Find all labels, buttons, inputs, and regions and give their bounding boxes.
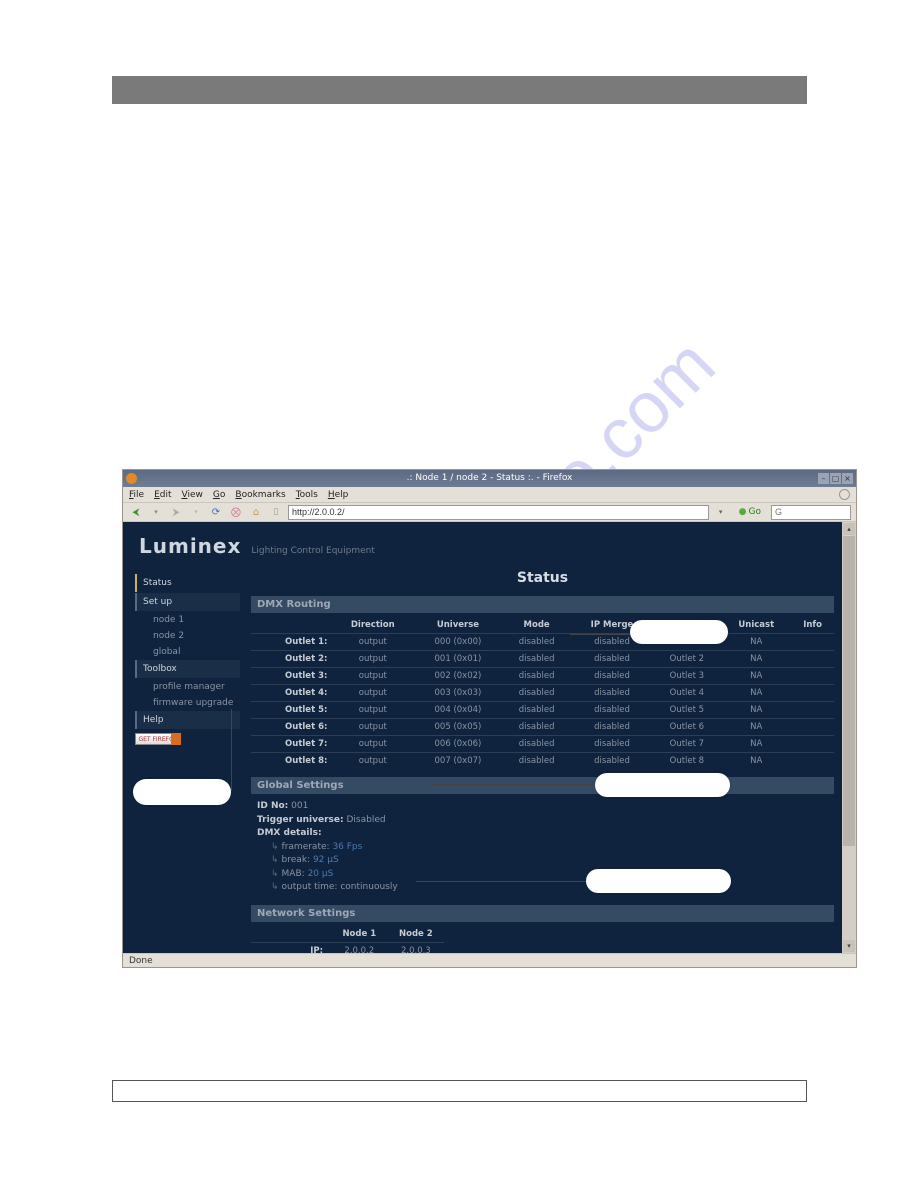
nav-status[interactable]: Status — [135, 574, 240, 592]
dmx-col-header — [251, 617, 331, 634]
callout-line — [231, 709, 232, 791]
table-row: Outlet 6:output005 (0x05)disableddisable… — [251, 719, 834, 736]
close-button[interactable]: × — [842, 473, 853, 484]
nav-node2[interactable]: node 2 — [135, 628, 240, 644]
stop-button[interactable]: ⨂ — [228, 504, 244, 520]
menu-tools[interactable]: Tools — [296, 490, 318, 500]
menu-go[interactable]: Go — [213, 490, 226, 500]
nav-setup[interactable]: Set up — [135, 593, 240, 611]
callout-bubble-bottom-right — [586, 869, 731, 893]
minimize-button[interactable]: – — [818, 473, 829, 484]
page-title: Status — [251, 570, 834, 586]
window-titlebar[interactable]: .: Node 1 / node 2 - Status :. - Firefox… — [123, 470, 856, 487]
maximize-button[interactable]: ▢ — [830, 473, 841, 484]
nav-firmware-upgrade[interactable]: firmware upgrade — [135, 695, 240, 711]
window-title: .: Node 1 / node 2 - Status :. - Firefox — [407, 473, 573, 483]
back-dropdown[interactable]: ▾ — [148, 504, 164, 520]
status-text: Done — [129, 956, 153, 966]
reload-button[interactable]: ⟳ — [208, 504, 224, 520]
forward-button[interactable]: ⮞ — [168, 504, 184, 520]
panel-network-settings-header: Network Settings — [251, 905, 834, 922]
scroll-up-arrow[interactable]: ▴ — [843, 523, 855, 535]
menu-edit[interactable]: Edit — [154, 490, 171, 500]
dmx-col-header: Unicast — [721, 617, 791, 634]
panel-dmx-routing-header: DMX Routing — [251, 596, 834, 613]
forward-dropdown[interactable]: ▾ — [188, 504, 204, 520]
document-footer-box — [112, 1080, 807, 1102]
nav-toolbox[interactable]: Toolbox — [135, 660, 240, 678]
dmx-routing-table: DirectionUniverseModeIP MergeLegendUnica… — [251, 617, 834, 769]
dmx-col-header: Universe — [414, 617, 502, 634]
table-row: Outlet 8:output007 (0x07)disableddisable… — [251, 753, 834, 770]
table-row: Outlet 4:output003 (0x03)disableddisable… — [251, 685, 834, 702]
go-button[interactable]: Go — [733, 507, 767, 517]
panel-global-settings-header: Global Settings — [251, 777, 834, 794]
url-input[interactable] — [288, 505, 709, 520]
menubar: File Edit View Go Bookmarks Tools Help — [123, 487, 856, 502]
nav-help[interactable]: Help — [135, 711, 240, 729]
sidebar-nav: Status Set up node 1 node 2 global Toolb… — [135, 574, 240, 745]
menu-help[interactable]: Help — [328, 490, 349, 500]
nav-node1[interactable]: node 1 — [135, 612, 240, 628]
vertical-scrollbar[interactable]: ▴ ▾ — [842, 522, 856, 953]
throbber-icon — [839, 489, 850, 500]
firefox-icon — [126, 473, 137, 484]
menu-file[interactable]: File — [129, 490, 144, 500]
toolbar: ⮜ ▾ ⮞ ▾ ⟳ ⨂ ⌂ ▯ ▾ Go — [123, 502, 856, 522]
url-dropdown[interactable]: ▾ — [713, 504, 729, 520]
callout-line — [432, 784, 595, 785]
browser-statusbar: Done — [123, 953, 856, 967]
dmx-col-header: Mode — [502, 617, 572, 634]
menu-view[interactable]: View — [182, 490, 203, 500]
page-icon: ▯ — [268, 504, 284, 520]
brand-tagline: Lighting Control Equipment — [251, 546, 375, 556]
home-button[interactable]: ⌂ — [248, 504, 264, 520]
table-row: Outlet 7:output006 (0x06)disableddisable… — [251, 736, 834, 753]
scroll-thumb[interactable] — [843, 536, 855, 846]
nav-profile-manager[interactable]: profile manager — [135, 679, 240, 695]
menu-bookmarks[interactable]: Bookmarks — [235, 490, 285, 500]
scroll-down-arrow[interactable]: ▾ — [843, 940, 855, 952]
callout-bubble-mid-right — [595, 773, 730, 797]
callout-bubble-left — [133, 779, 231, 805]
table-row: Outlet 2:output001 (0x01)disableddisable… — [251, 651, 834, 668]
dmx-col-header: Info — [791, 617, 834, 634]
dmx-col-header: Direction — [331, 617, 414, 634]
table-row: IP:2.0.0.22.0.0.3 — [251, 942, 444, 953]
table-row: Outlet 3:output002 (0x02)disableddisable… — [251, 668, 834, 685]
global-settings-body: ID No: 001 Trigger universe: Disabled DM… — [251, 794, 834, 901]
table-row: Outlet 5:output004 (0x04)disableddisable… — [251, 702, 834, 719]
callout-line — [570, 634, 630, 635]
brand-header: Luminex Lighting Control Equipment — [123, 522, 842, 568]
brand-name: Luminex — [139, 534, 241, 558]
browser-window: .: Node 1 / node 2 - Status :. - Firefox… — [122, 469, 857, 968]
table-row: Outlet 1:output000 (0x00)disableddisable… — [251, 634, 834, 651]
firefox-badge[interactable]: GET FIREFOX — [135, 733, 181, 745]
page-viewport: Luminex Lighting Control Equipment Statu… — [123, 522, 856, 953]
network-settings-table: Node 1Node 2 IP:2.0.0.22.0.0.3Netmask:25… — [251, 926, 444, 954]
callout-line — [416, 881, 586, 882]
callout-bubble-top-right — [630, 620, 728, 644]
nav-global[interactable]: global — [135, 644, 240, 660]
document-header-bar — [112, 76, 807, 104]
back-button[interactable]: ⮜ — [128, 504, 144, 520]
search-input[interactable] — [771, 505, 851, 520]
